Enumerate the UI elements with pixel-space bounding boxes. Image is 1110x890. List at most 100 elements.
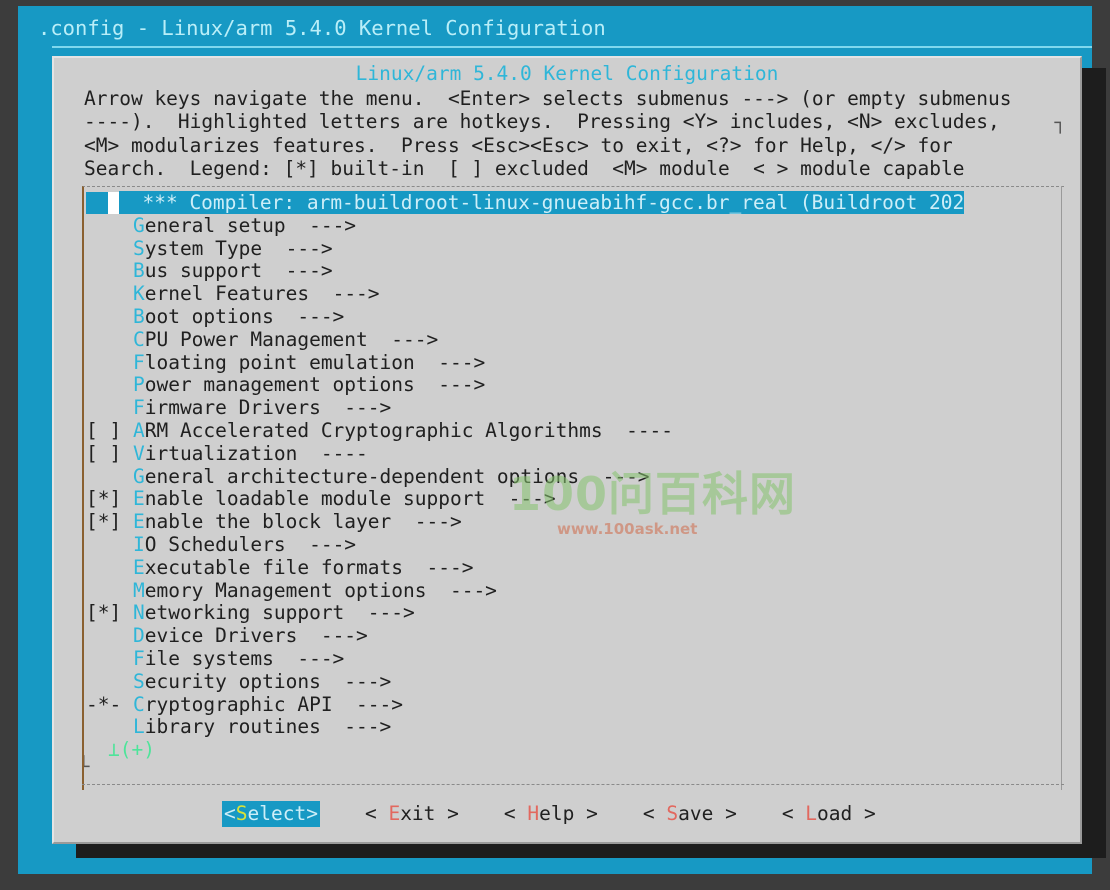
- menu-item-submenu-arrow: ----: [602, 418, 674, 442]
- ncurses-screen: .config - Linux/arm 5.4.0 Kernel Configu…: [18, 6, 1106, 874]
- menu-item[interactable]: CPU Power Management --->: [86, 327, 1086, 352]
- menu-item[interactable]: Firmware Drivers --->: [86, 396, 1086, 420]
- menu-item-hotkey: F: [132, 396, 145, 420]
- menu-item-submenu-arrow: --->: [426, 578, 497, 602]
- menu-item-submenu-arrow: --->: [414, 373, 486, 397]
- button-exit[interactable]: < Exit >: [365, 801, 459, 827]
- menu-item-label: nable the block layer: [144, 510, 392, 534]
- terminal-window: .config - Linux/arm 5.4.0 Kernel Configu…: [0, 0, 1110, 890]
- menu-item-state: [86, 715, 133, 738]
- menu-item[interactable]: File systems --->: [86, 647, 1086, 671]
- menu-item-state: [86, 670, 133, 693]
- menu-item[interactable]: Memory Management options --->: [86, 578, 1086, 603]
- menu-item-hotkey: D: [132, 624, 145, 648]
- menu-item[interactable]: Device Drivers --->: [86, 624, 1086, 648]
- menu-item[interactable]: [*] Enable loadable module support --->: [86, 487, 1086, 511]
- menu-item-submenu-arrow: --->: [332, 692, 404, 716]
- button-select[interactable]: <Select>: [222, 801, 320, 827]
- menu-item-submenu-arrow: ----: [297, 441, 368, 465]
- button-label: ave: [678, 802, 714, 825]
- menuconfig-dialog: Linux/arm 5.4.0 Kernel Configuration Arr…: [52, 56, 1082, 844]
- button-bracket-open: <: [224, 802, 236, 825]
- menu-item-label: emory Management options: [144, 578, 427, 602]
- menu-item-hotkey: F: [132, 350, 145, 374]
- menu-item-submenu-arrow: --->: [414, 350, 486, 374]
- menu-item-submenu-arrow: --->: [273, 304, 345, 328]
- menu-item-submenu-arrow: --->: [262, 259, 333, 283]
- button-bar: <Select> < Exit > < Help > < Save > < Load >: [54, 794, 1080, 834]
- button-bracket-open: <: [781, 802, 806, 825]
- menu-item-hotkey: B: [132, 304, 145, 328]
- button-save[interactable]: < Save >: [643, 801, 737, 827]
- menu-item-hotkey: G: [132, 464, 145, 488]
- menu-item-label: O Schedulers: [144, 532, 286, 556]
- menu-item[interactable]: Kernel Features --->: [86, 282, 1086, 306]
- menu-item[interactable]: General setup --->: [86, 213, 1086, 238]
- button-load[interactable]: < Load >: [782, 801, 876, 827]
- menu-item[interactable]: Bus support --->: [86, 259, 1086, 283]
- menu-item-state: [*]: [86, 601, 133, 625]
- menu-item-label: nable loadable module support: [144, 487, 486, 511]
- button-bracket-open: <: [642, 802, 667, 825]
- menu-item[interactable]: Power management options --->: [86, 373, 1086, 397]
- menu-item-submenu-arrow: --->: [320, 669, 392, 693]
- menu-item[interactable]: Security options --->: [86, 669, 1086, 694]
- menu-item-label: ower management options: [144, 373, 415, 397]
- menu-item-state: [86, 351, 133, 374]
- menu-item-hotkey: C: [132, 327, 145, 351]
- menu-item[interactable]: Boot options --->: [86, 304, 1086, 329]
- menu-item[interactable]: General architecture-dependent options -…: [86, 464, 1086, 489]
- menu-item-label: ernel Features: [144, 282, 310, 306]
- menu-item-state: [86, 259, 133, 282]
- button-help[interactable]: < Help >: [504, 801, 598, 827]
- menu-item[interactable]: Executable file formats --->: [86, 555, 1086, 580]
- button-bar-divider: [82, 784, 1064, 785]
- menu-item[interactable]: [ ] Virtualization ----: [86, 441, 1086, 466]
- menu-item-label: eneral setup: [144, 213, 286, 237]
- button-bracket-open: <: [364, 802, 389, 825]
- menu-item-label: us support: [144, 259, 263, 283]
- menu-item-state: [86, 328, 133, 351]
- menu-item-state: [86, 647, 133, 670]
- selection-bar-left: [86, 192, 108, 214]
- menu-item-state: [86, 214, 133, 237]
- menu-item-hotkey: S: [132, 669, 145, 693]
- button-hotkey: E: [388, 802, 401, 825]
- menu-item-hotkey: L: [132, 715, 145, 739]
- menu-item-submenu-arrow: --->: [297, 624, 368, 648]
- menu-item-state: [86, 373, 133, 396]
- menu-item-state: [86, 533, 133, 556]
- cursor-block: [108, 192, 119, 214]
- button-bracket-open: <: [503, 802, 528, 825]
- menu-item[interactable]: [ ] ARM Accelerated Cryptographic Algori…: [86, 418, 1086, 443]
- menu-item-state: [86, 305, 133, 328]
- menu-item-label: evice Drivers: [144, 624, 298, 648]
- menu-item-label: loating point emulation: [144, 350, 415, 374]
- menu-item[interactable]: -*- Cryptographic API --->: [86, 692, 1086, 717]
- menu-item-state: [86, 237, 133, 260]
- menu-item-label: irmware Drivers: [144, 396, 321, 420]
- menu-item-label: irtualization: [144, 441, 298, 465]
- menu-item[interactable]: [*] Networking support --->: [86, 601, 1086, 625]
- menu-item-hotkey: K: [132, 282, 145, 306]
- menu-item-hotkey: N: [132, 601, 145, 625]
- menu-item-hotkey: C: [132, 692, 145, 716]
- menu-list[interactable]: *** Compiler: arm-buildroot-linux-gnueab…: [86, 191, 1086, 761]
- button-bracket-close: >: [713, 802, 737, 825]
- menu-item-submenu-arrow: --->: [285, 532, 357, 556]
- menu-item[interactable]: [*] Enable the block layer --->: [86, 510, 1086, 534]
- menu-item[interactable]: IO Schedulers --->: [86, 532, 1086, 557]
- menu-item[interactable]: System Type --->: [86, 237, 1086, 261]
- menu-item-label: ecurity options: [144, 669, 321, 693]
- menu-item-state: [ ]: [86, 418, 133, 442]
- menu-item[interactable]: Library routines --->: [86, 715, 1086, 739]
- button-label: elect: [247, 802, 307, 825]
- menu-item-state: [86, 282, 133, 305]
- menu-item-label: RM Accelerated Cryptographic Algorithms: [144, 418, 603, 442]
- menu-item-hotkey: E: [132, 555, 145, 579]
- button-hotkey: S: [235, 802, 248, 825]
- menu-item[interactable]: Floating point emulation --->: [86, 350, 1086, 375]
- menu-item-label: ryptographic API: [144, 692, 333, 716]
- menu-item[interactable]: *** Compiler: arm-buildroot-linux-gnueab…: [86, 191, 1086, 215]
- menu-item-label: *** Compiler: arm-buildroot-linux-gnueab…: [119, 191, 965, 214]
